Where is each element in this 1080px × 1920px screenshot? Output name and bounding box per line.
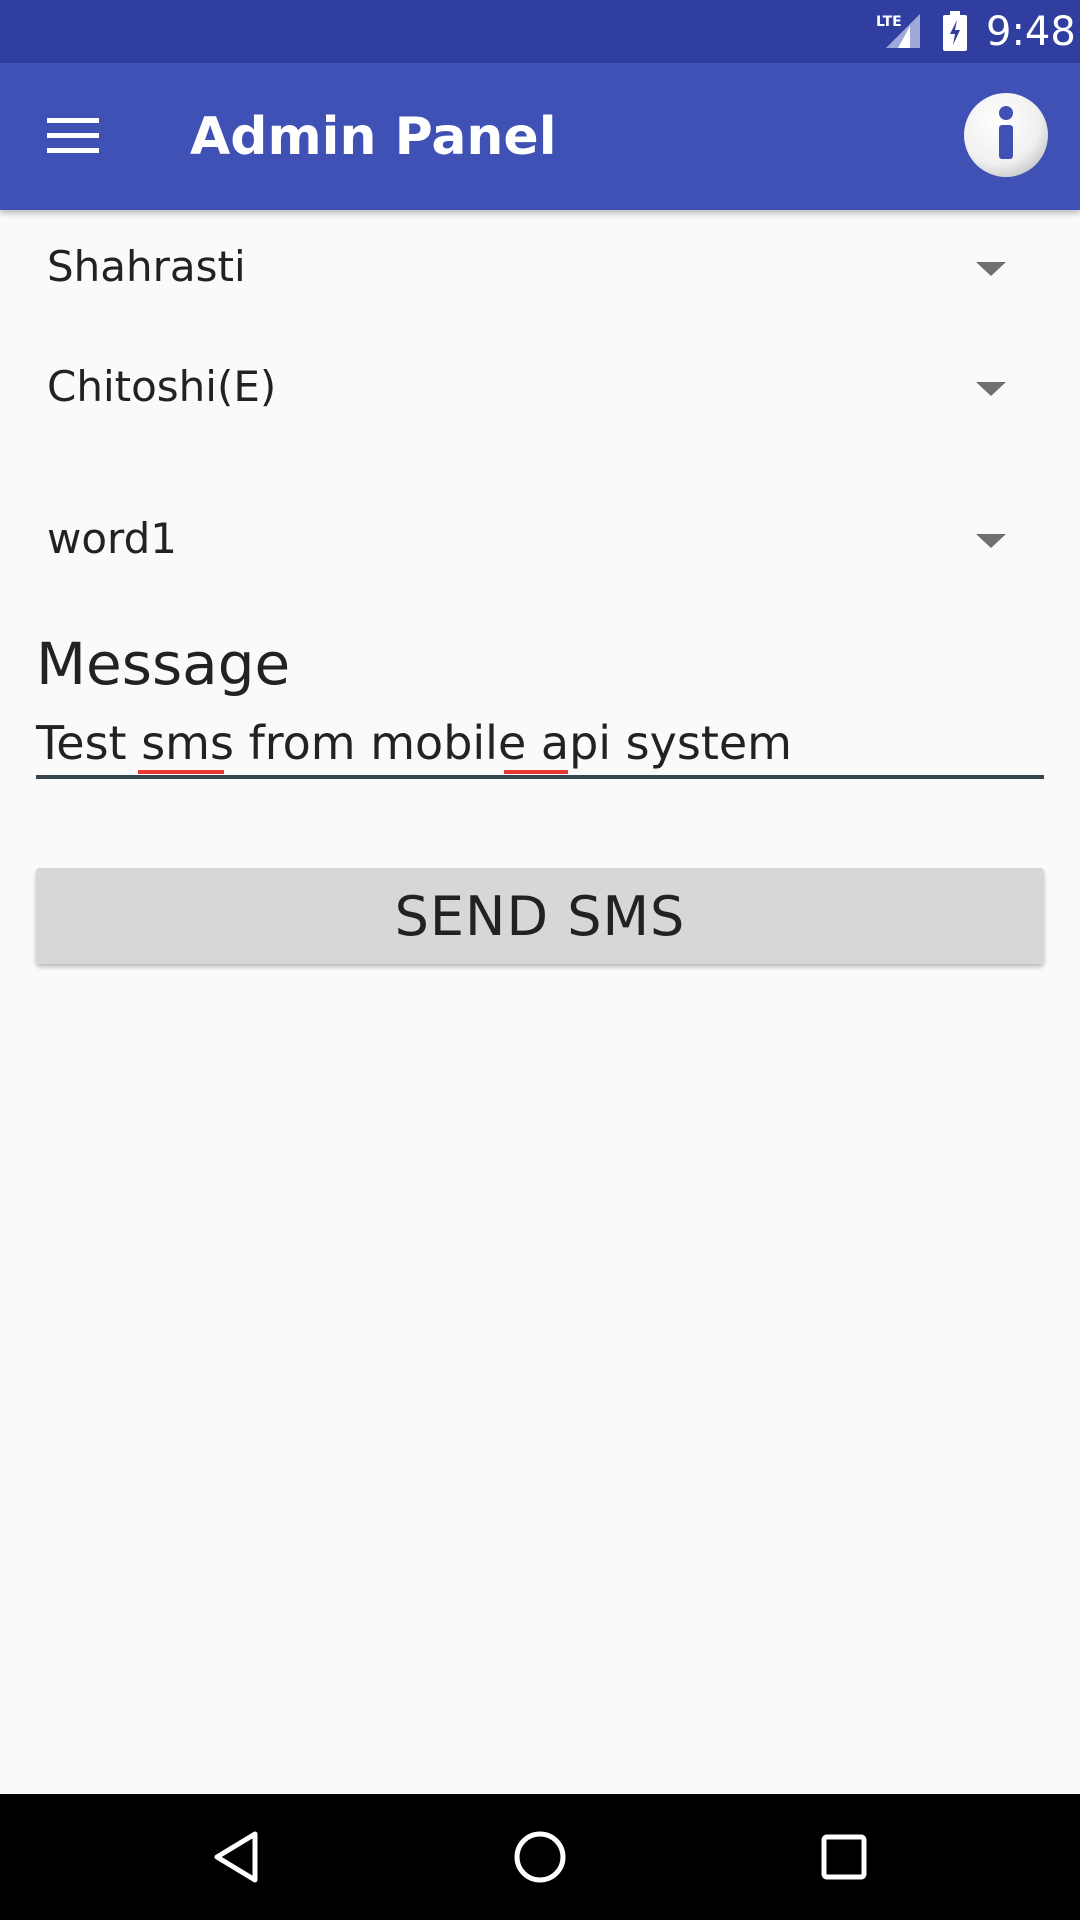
back-icon xyxy=(214,1831,258,1883)
spinner-value: Shahrasti xyxy=(47,242,246,291)
spinner-value: Chitoshi(E) xyxy=(47,362,277,411)
dropdown-arrow-icon xyxy=(976,534,1006,548)
message-label: Message xyxy=(36,630,291,698)
status-bar: LTE 9:48 xyxy=(0,0,1080,63)
dropdown-arrow-icon xyxy=(976,382,1006,396)
recents-icon xyxy=(821,1834,867,1880)
spinner-word[interactable]: word1 xyxy=(0,492,1080,592)
screen: LTE 9:48 Admin Panel Shahrasti Chitoshi(… xyxy=(0,0,1080,1920)
input-underline xyxy=(36,775,1044,779)
menu-button[interactable] xyxy=(20,83,126,189)
send-sms-button[interactable]: SEND SMS xyxy=(36,868,1044,964)
spinner-district[interactable]: Shahrasti xyxy=(0,220,1080,320)
hamburger-menu-icon xyxy=(47,118,99,153)
spellcheck-underline xyxy=(138,770,224,774)
spinner-value: word1 xyxy=(47,514,177,563)
home-icon xyxy=(514,1831,566,1883)
message-input[interactable]: Test sms from mobile api system xyxy=(36,710,1044,780)
message-text: Test sms from mobile api system xyxy=(36,716,792,770)
app-title: Admin Panel xyxy=(190,107,557,167)
nav-back-button[interactable] xyxy=(196,1817,276,1897)
network-label: LTE xyxy=(876,14,902,30)
status-clock: 9:48 xyxy=(986,9,1076,55)
spellcheck-underline xyxy=(504,770,568,774)
send-sms-label: SEND SMS xyxy=(394,884,686,948)
nav-home-button[interactable] xyxy=(500,1817,580,1897)
lte-signal-icon: LTE xyxy=(876,14,920,48)
app-bar: Admin Panel xyxy=(0,63,1080,210)
spinner-tehsil[interactable]: Chitoshi(E) xyxy=(0,340,1080,440)
info-icon xyxy=(964,93,1048,177)
battery-charging-icon xyxy=(943,11,967,51)
nav-bar xyxy=(0,1794,1080,1920)
info-button[interactable] xyxy=(962,91,1050,179)
dropdown-arrow-icon xyxy=(976,262,1006,276)
nav-recents-button[interactable] xyxy=(804,1817,884,1897)
